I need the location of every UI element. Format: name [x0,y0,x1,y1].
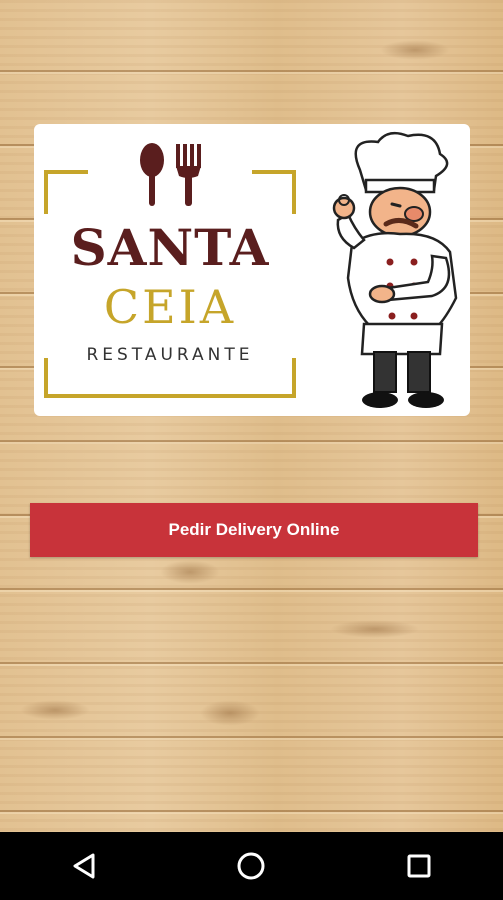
recents-button[interactable] [389,841,449,891]
android-navigation-bar [0,832,503,900]
fork-icon [176,144,201,206]
home-icon [237,852,265,880]
chef-illustration [332,131,458,408]
spoon-icon [140,143,164,206]
back-button[interactable] [54,841,114,891]
back-icon [73,853,95,879]
cutlery-icon [140,143,201,206]
brand-subtitle: RESTAURANTE [86,345,254,365]
brand-name-secondary: CEIA [103,280,237,334]
recents-icon [407,854,431,878]
brand-name-primary: SANTA [70,218,270,277]
home-button[interactable] [221,841,281,891]
order-delivery-button[interactable]: Pedir Delivery Online [30,503,478,557]
